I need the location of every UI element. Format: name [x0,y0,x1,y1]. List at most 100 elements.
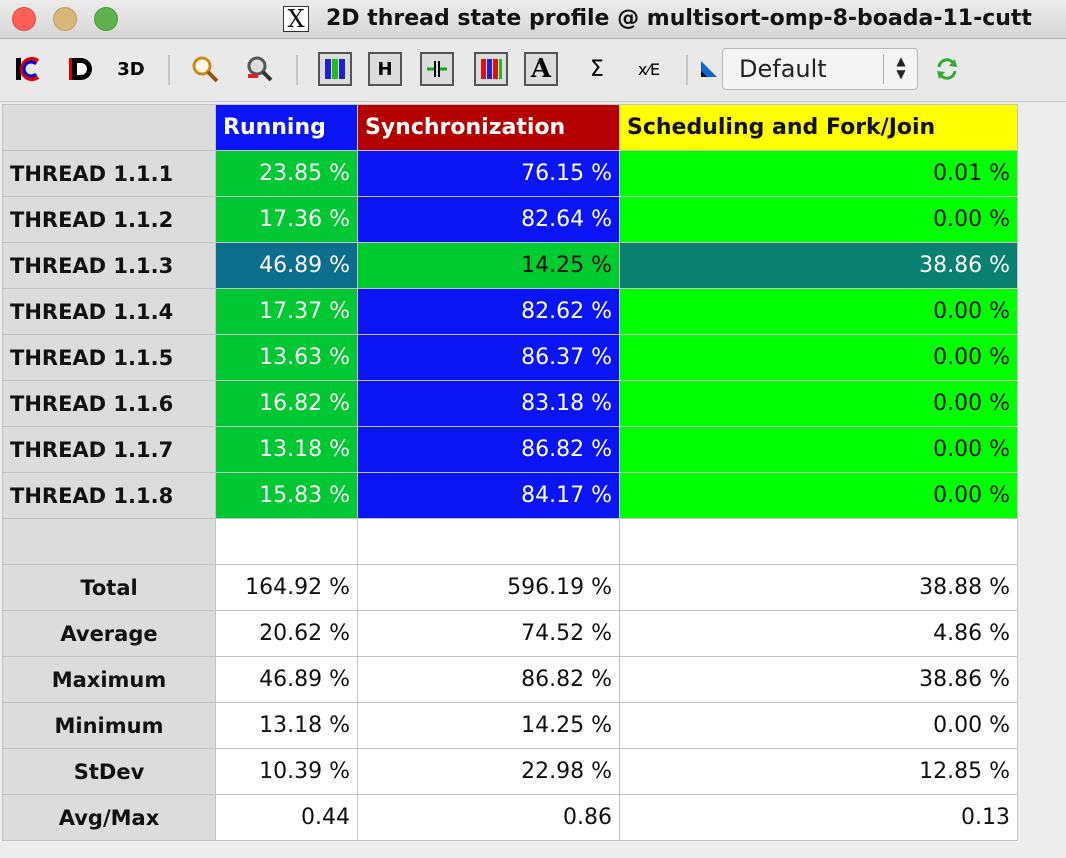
table-row: THREAD 1.1.2 17.36 % 82.64 % 0.00 % [2,196,1018,243]
stats-label: Total [2,564,216,611]
title-bar: X 2D thread state profile @ multisort-om… [0,0,1066,39]
stats-cell: 0.86 [357,794,620,841]
semantic-select[interactable]: Default ▲ ▼ [722,48,918,90]
row-label[interactable]: THREAD 1.1.3 [2,242,216,289]
column-header-scheduling[interactable]: Scheduling and Fork/Join [619,104,1018,151]
x11-app-icon: X [283,6,309,32]
table-cell[interactable]: 0.00 % [619,196,1018,243]
stats-cell: 46.89 % [215,656,358,703]
thread-state-table: Running Synchronization Scheduling and F… [2,104,1018,841]
toolbar-separator [296,55,298,85]
table-cell[interactable]: 0.00 % [619,334,1018,381]
stats-row: Maximum 46.89 % 86.82 % 38.86 % [2,656,1018,703]
table-cell[interactable]: 17.37 % [215,288,358,335]
gradient-icon[interactable] [692,52,726,86]
table-cell[interactable]: 0.00 % [619,426,1018,473]
row-label[interactable]: THREAD 1.1.7 [2,426,216,473]
table-cell[interactable]: 0.00 % [619,288,1018,335]
horizontal-icon[interactable]: H [368,52,402,86]
column-header-running[interactable]: Running [215,104,358,151]
stats-row: Average 20.62 % 74.52 % 4.86 % [2,610,1018,657]
table-cell[interactable]: 13.18 % [215,426,358,473]
table-cell[interactable]: 16.82 % [215,380,358,427]
stats-cell: 38.86 % [619,656,1018,703]
stats-cell: 13.18 % [215,702,358,749]
table-cell[interactable]: 86.37 % [357,334,620,381]
find-icon[interactable] [242,52,276,86]
stats-cell: 596.19 % [357,564,620,611]
stats-cell: 20.62 % [215,610,358,657]
corner-cell [2,104,216,151]
table-cell[interactable]: 76.15 % [357,150,620,197]
stats-cell: 0.44 [215,794,358,841]
3d-icon[interactable]: 3D [114,52,148,86]
stats-cell: 4.86 % [619,610,1018,657]
stats-cell: 14.25 % [357,702,620,749]
table-cell[interactable]: 46.89 % [215,242,358,289]
row-label[interactable]: THREAD 1.1.5 [2,334,216,381]
spacer-row [2,518,1018,565]
vertical-color-bars-icon[interactable] [318,52,352,86]
table-cell[interactable]: 83.18 % [357,380,620,427]
table-cell[interactable]: 82.64 % [357,196,620,243]
stats-cell: 74.52 % [357,610,620,657]
stats-label: Minimum [2,702,216,749]
stats-cell: 12.85 % [619,748,1018,795]
zoom-icon[interactable] [188,52,222,86]
stats-row: Total 164.92 % 596.19 % 38.88 % [2,564,1018,611]
table-cell[interactable]: 0.00 % [619,472,1018,519]
stats-label: Average [2,610,216,657]
stats-row: Avg/Max 0.44 0.86 0.13 [2,794,1018,841]
stats-label: Avg/Max [2,794,216,841]
stats-label: StDev [2,748,216,795]
stats-row: StDev 10.39 % 22.98 % 12.85 % [2,748,1018,795]
table-cell[interactable]: 13.63 % [215,334,358,381]
minimize-button[interactable] [53,7,77,31]
table-cell[interactable]: 86.82 % [357,426,620,473]
table-cell[interactable]: 0.01 % [619,150,1018,197]
stats-label: Maximum [2,656,216,703]
row-label[interactable]: THREAD 1.1.6 [2,380,216,427]
hide-empty-icon[interactable] [420,52,454,86]
table-cell[interactable]: 17.36 % [215,196,358,243]
table-row: THREAD 1.1.4 17.37 % 82.62 % 0.00 % [2,288,1018,335]
label-icon[interactable]: A [524,52,558,86]
toolbar-separator [168,55,170,85]
close-button[interactable] [12,7,36,31]
open-data-window-icon[interactable] [64,52,98,86]
column-header-synchronization[interactable]: Synchronization [357,104,620,151]
sum-icon[interactable]: Σ [580,52,614,86]
fraction-icon[interactable]: x⁄E [632,52,666,86]
toolbar-separator [686,55,688,85]
window-title: 2D thread state profile @ multisort-omp-… [326,7,1032,31]
table-row: THREAD 1.1.7 13.18 % 86.82 % 0.00 % [2,426,1018,473]
table-cell[interactable]: 38.86 % [619,242,1018,289]
semantic-color-bars-icon[interactable] [474,52,508,86]
table-cell[interactable]: 15.83 % [215,472,358,519]
row-label[interactable]: THREAD 1.1.4 [2,288,216,335]
table-row: THREAD 1.1.1 23.85 % 76.15 % 0.01 % [2,150,1018,197]
table-row: THREAD 1.1.6 16.82 % 83.18 % 0.00 % [2,380,1018,427]
table-row: THREAD 1.1.3 46.89 % 14.25 % 38.86 % [2,242,1018,289]
table-cell[interactable]: 14.25 % [357,242,620,289]
stats-cell: 0.13 [619,794,1018,841]
open-control-window-icon[interactable] [10,52,44,86]
stats-cell: 86.82 % [357,656,620,703]
stats-cell: 22.98 % [357,748,620,795]
empty-label [2,518,216,565]
table-row: THREAD 1.1.8 15.83 % 84.17 % 0.00 % [2,472,1018,519]
toolbar: 3D H A Σ x⁄E Default ▲ ▼ [0,39,1066,102]
zoom-button[interactable] [94,7,118,31]
refresh-icon[interactable] [930,52,964,86]
table-cell[interactable]: 84.17 % [357,472,620,519]
table-cell[interactable]: 0.00 % [619,380,1018,427]
select-arrows-icon: ▲ ▼ [896,54,906,81]
row-label[interactable]: THREAD 1.1.8 [2,472,216,519]
table-row: THREAD 1.1.5 13.63 % 86.37 % 0.00 % [2,334,1018,381]
semantic-select-value: Default [739,55,827,83]
table-cell[interactable]: 23.85 % [215,150,358,197]
table-cell[interactable]: 82.62 % [357,288,620,335]
row-label[interactable]: THREAD 1.1.2 [2,196,216,243]
row-label[interactable]: THREAD 1.1.1 [2,150,216,197]
stats-cell: 164.92 % [215,564,358,611]
